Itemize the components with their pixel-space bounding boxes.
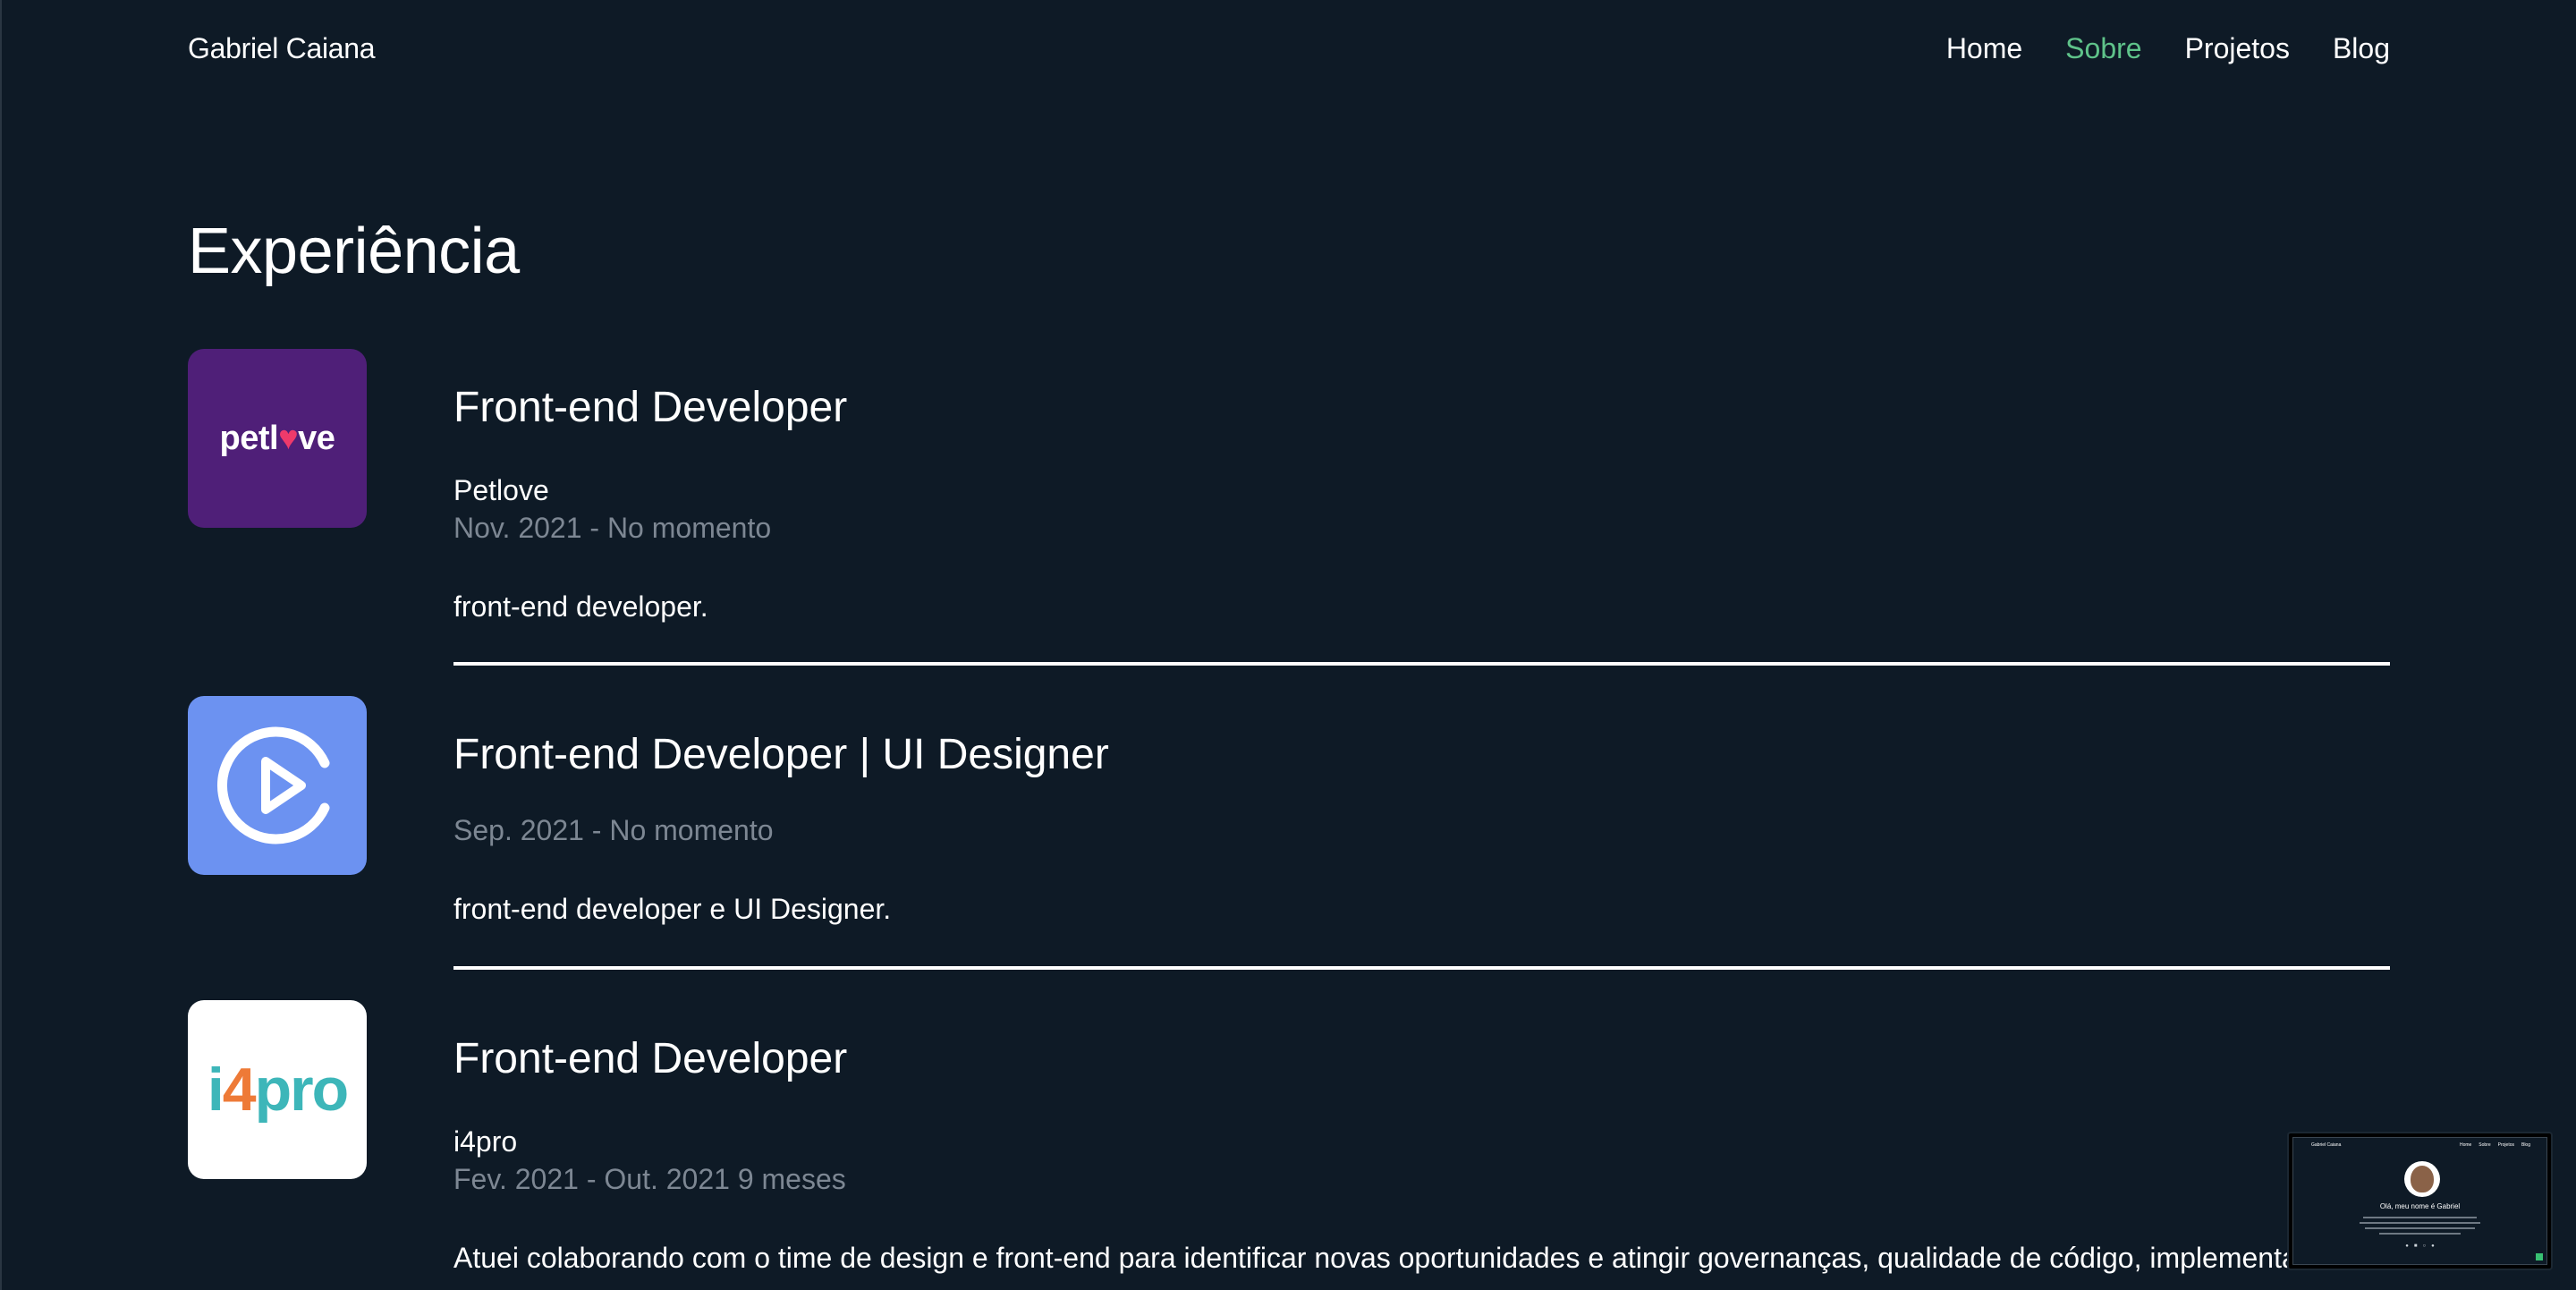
preview-nav-item: Blog (2521, 1142, 2530, 1148)
site-header: Gabriel Caiana Home Sobre Projetos Blog (188, 25, 2390, 72)
experience-period: Fev. 2021 - Out. 2021 9 meses (453, 1163, 846, 1195)
preview-text-line (2365, 1227, 2475, 1229)
brand-link[interactable]: Gabriel Caiana (188, 32, 376, 65)
preview-nav: Home Sobre Projetos Blog (2460, 1142, 2530, 1148)
preview-nav-item: Projetos (2497, 1142, 2514, 1148)
i4pro-logo: i4pro (188, 1000, 367, 1179)
experience-role: Front-end Developer (453, 384, 848, 431)
play-circle-icon (217, 726, 330, 844)
preview-social-icons: ● ■ ○ ● (2293, 1243, 2546, 1249)
main-nav: Home Sobre Projetos Blog (1946, 32, 2390, 65)
preview-text-line (2379, 1233, 2461, 1235)
preview-nav-item: Sobre (2479, 1142, 2491, 1148)
experience-description: front-end developer. (453, 590, 708, 623)
preview-title: Olá, meu nome é Gabriel (2379, 1202, 2461, 1210)
status-indicator (2536, 1253, 2543, 1260)
experience-company: i4pro (453, 1125, 518, 1158)
petlove-logo: petl♥ve (188, 349, 367, 528)
avatar-face (2411, 1166, 2434, 1192)
section-title: Experiência (188, 216, 520, 287)
divider (453, 662, 2390, 666)
nav-sobre-link[interactable]: Sobre (2065, 32, 2141, 65)
experience-role: Front-end Developer (453, 1035, 848, 1082)
experience-period: Nov. 2021 - No momento (453, 512, 772, 544)
experience-description: front-end developer e UI Designer. (453, 893, 892, 925)
mail-icon: ● (2431, 1243, 2435, 1249)
play-icon (188, 696, 367, 875)
preview-text-line (2363, 1217, 2477, 1218)
page-preview-thumbnail[interactable]: Gabriel Caiana Home Sobre Projetos Blog … (2287, 1132, 2553, 1270)
nav-home-link[interactable]: Home (1946, 32, 2022, 65)
linkedin-icon: ■ (2413, 1243, 2418, 1249)
instagram-icon: ○ (2422, 1243, 2427, 1249)
nav-projetos-link[interactable]: Projetos (2185, 32, 2290, 65)
nav-blog-link[interactable]: Blog (2333, 32, 2390, 65)
i4pro-logo-text: i4pro (207, 1056, 349, 1124)
preview-inner: Gabriel Caiana Home Sobre Projetos Blog … (2292, 1137, 2547, 1265)
preview-brand: Gabriel Caiana (2311, 1142, 2342, 1148)
github-icon: ● (2405, 1243, 2409, 1249)
experience-period: Sep. 2021 - No momento (453, 814, 774, 846)
experience-role: Front-end Developer | UI Designer (453, 731, 1109, 778)
page: Gabriel Caiana Home Sobre Projetos Blog … (0, 0, 2576, 1290)
preview-nav-item: Home (2459, 1142, 2472, 1148)
petlove-logo-text: petl♥ve (219, 419, 335, 457)
experience-description: Atuei colaborando com o time de design e… (453, 1242, 2298, 1274)
experience-company: Petlove (453, 474, 549, 506)
divider (453, 966, 2390, 970)
preview-text-line (2360, 1222, 2480, 1224)
preview-avatar (2404, 1161, 2440, 1197)
